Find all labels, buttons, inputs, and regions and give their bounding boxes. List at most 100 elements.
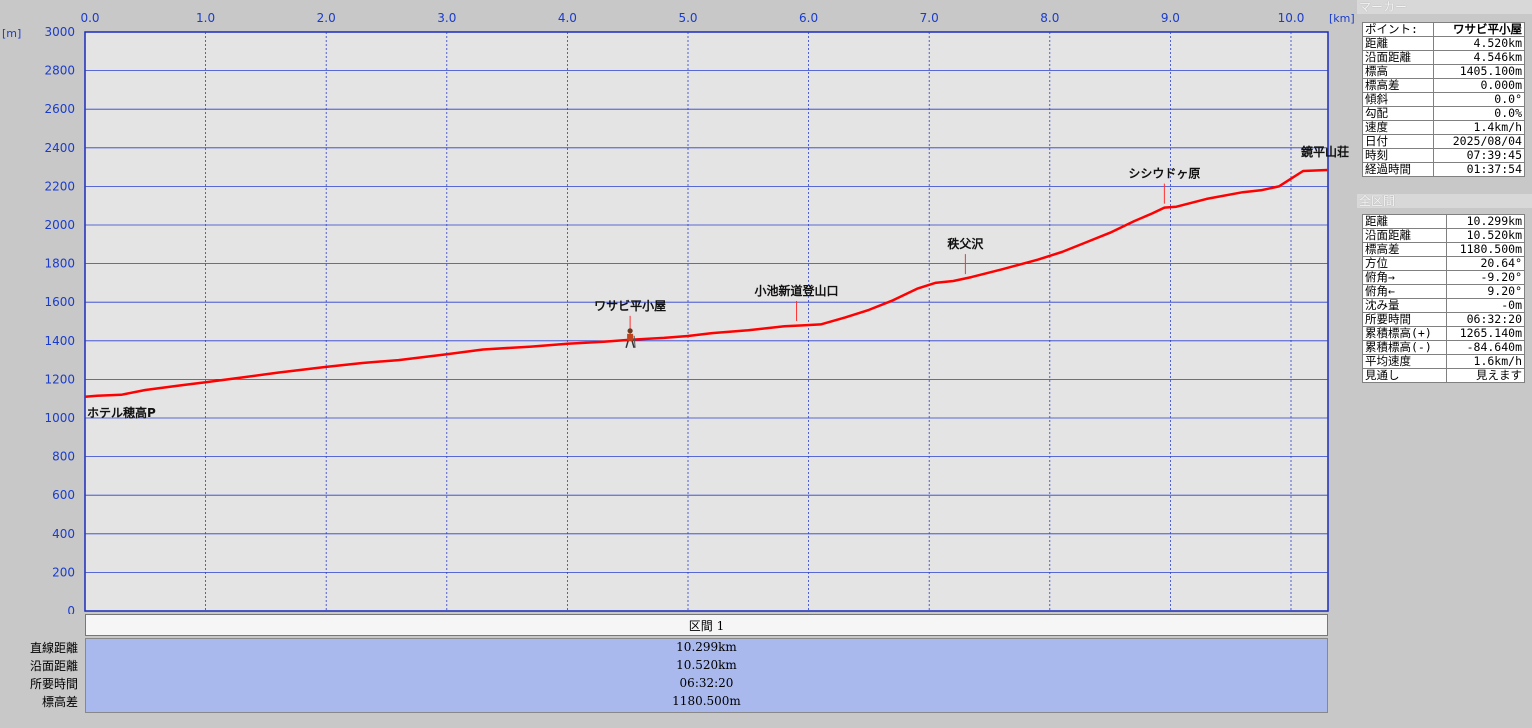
section-row: 距離 10.299km xyxy=(1362,214,1526,229)
section-value: -9.20° xyxy=(1445,270,1526,285)
section-row: 累積標高(-) -84.640m xyxy=(1362,340,1526,355)
section-value: -0m xyxy=(1445,298,1526,313)
section-row: 平均速度 1.6km/h xyxy=(1362,354,1526,369)
marker-row: 傾斜 0.0° xyxy=(1362,92,1525,107)
marker-value: 2025/08/04 xyxy=(1433,134,1525,149)
x-tick-label: 3.0 xyxy=(437,11,456,25)
marker-row: 標高 1405.100m xyxy=(1362,64,1525,79)
x-tick-label: 5.0 xyxy=(678,11,697,25)
section-1-header[interactable]: 区間 1 xyxy=(85,614,1328,636)
section-row: 累積標高(+) 1265.140m xyxy=(1362,326,1526,341)
marker-row: 速度 1.4km/h xyxy=(1362,120,1525,135)
marker-label: 勾配 xyxy=(1362,106,1434,121)
bottom-row-value: 06:32:20 xyxy=(679,676,734,690)
x-unit-label: [km] xyxy=(1329,12,1355,25)
section-value: 06:32:20 xyxy=(1445,312,1526,327)
bottom-row-label: 直線距離 xyxy=(29,641,78,655)
y-tick-label: 1600 xyxy=(44,295,75,309)
section-label: 累積標高(+) xyxy=(1362,326,1447,341)
elevation-profile-chart[interactable]: 0 200 400 600 800 1000 1200 1400 1600 1800 2000 220… xyxy=(0,0,1360,614)
bottom-row-label: 標高差 xyxy=(41,695,78,709)
waypoint-label: シシウドヶ原 xyxy=(1128,167,1200,181)
bottom-row-label: 所要時間 xyxy=(29,677,78,691)
y-tick-label: 2200 xyxy=(44,179,75,193)
section-panel-header: 全区間 xyxy=(1357,194,1532,208)
marker-row: 経過時間 01:37:54 xyxy=(1362,162,1525,177)
x-tick-label: 7.0 xyxy=(920,11,939,25)
section-label: 標高差 xyxy=(1362,242,1447,257)
y-tick-label: 1000 xyxy=(44,411,75,425)
section-value: 1180.500m xyxy=(1445,242,1526,257)
marker-value: 1405.100m xyxy=(1433,64,1525,79)
y-tick-label: 800 xyxy=(52,450,75,464)
waypoint-label: 鏡平山荘 xyxy=(1300,144,1349,159)
x-tick-label: 6.0 xyxy=(799,11,818,25)
y-tick-label: 1200 xyxy=(44,372,75,386)
marker-row: 勾配 0.0% xyxy=(1362,106,1525,121)
section-value: 10.299km xyxy=(1445,214,1526,229)
section-info-table: 距離 10.299km 沿面距離 10.520km 標高差 1180.500m 方位 20.6… xyxy=(1362,214,1526,383)
section-label: 沿面距離 xyxy=(1362,228,1447,243)
marker-label: 時刻 xyxy=(1362,148,1434,163)
marker-label: 速度 xyxy=(1362,120,1434,135)
section-label: 平均速度 xyxy=(1362,354,1447,369)
marker-value: 1.4km/h xyxy=(1433,120,1525,135)
x-tick-label: 2.0 xyxy=(317,11,336,25)
marker-value: 07:39:45 xyxy=(1433,148,1525,163)
x-tick-label: 9.0 xyxy=(1161,11,1180,25)
marker-panel-header: マーカー xyxy=(1357,0,1532,14)
y-tick-label: 400 xyxy=(52,527,75,541)
y-tick-label: 2800 xyxy=(44,64,75,78)
section-row: 見通し 見えます xyxy=(1362,368,1526,383)
section-row: 所要時間 06:32:20 xyxy=(1362,312,1526,327)
marker-value: 0.0% xyxy=(1433,106,1525,121)
marker-info-table: ポイント: ワサビ平小屋 距離 4.520km 沿面距離 4.546km 標高 1405.10… xyxy=(1362,22,1525,177)
y-tick-label: 200 xyxy=(52,565,75,579)
y-tick-label: 600 xyxy=(52,488,75,502)
waypoint-label: 秩父沢 xyxy=(947,236,984,251)
y-tick-label: 1800 xyxy=(44,257,75,271)
section-label: 見通し xyxy=(1362,368,1447,383)
section-value: 1265.140m xyxy=(1445,326,1526,341)
marker-label: 標高差 xyxy=(1362,78,1434,93)
marker-label: 沿面距離 xyxy=(1362,50,1434,65)
section-value: 20.64° xyxy=(1445,256,1526,271)
section-value: 9.20° xyxy=(1445,284,1526,299)
section-value: 見えます xyxy=(1445,368,1526,383)
marker-row: 標高差 0.000m xyxy=(1362,78,1525,93)
section-row: 沿面距離 10.520km xyxy=(1362,228,1526,243)
section-value: 1.6km/h xyxy=(1445,354,1526,369)
y-tick-label: 3000 xyxy=(44,25,75,39)
bottom-row-label: 沿面距離 xyxy=(29,659,78,673)
marker-value: 01:37:54 xyxy=(1433,162,1525,177)
section-1-body[interactable]: 10.299km 10.520km 06:32:20 1180.500m xyxy=(85,638,1328,713)
marker-value: 0.0° xyxy=(1433,92,1525,107)
x-tick-label: 4.0 xyxy=(558,11,577,25)
marker-value: 0.000m xyxy=(1433,78,1525,93)
y-tick-label: 2400 xyxy=(44,141,75,155)
waypoint-label: ワサビ平小屋 xyxy=(594,298,666,313)
marker-label: ポイント: xyxy=(1362,22,1434,37)
marker-label: 傾斜 xyxy=(1362,92,1434,107)
bottom-row-value: 10.299km xyxy=(676,640,737,654)
marker-row: 沿面距離 4.546km xyxy=(1362,50,1525,65)
plot-area xyxy=(84,31,1329,612)
section-row: 沈み量 -0m xyxy=(1362,298,1526,313)
section-value: -84.640m xyxy=(1445,340,1526,355)
y-unit-label: [m] xyxy=(2,27,21,40)
section-label: 累積標高(-) xyxy=(1362,340,1447,355)
y-tick-label: 0 xyxy=(67,604,75,614)
section-value: 10.520km xyxy=(1445,228,1526,243)
marker-value: 4.546km xyxy=(1433,50,1525,65)
bottom-row-value: 10.520km xyxy=(676,658,737,672)
section-row: 方位 20.64° xyxy=(1362,256,1526,271)
y-tick-label: 2600 xyxy=(44,102,75,116)
waypoint-label: ホテル穂高P xyxy=(87,405,156,420)
marker-row: 距離 4.520km xyxy=(1362,36,1525,51)
section-label: 俯角← xyxy=(1362,284,1447,299)
marker-row: ポイント: ワサビ平小屋 xyxy=(1362,22,1525,37)
marker-value: ワサビ平小屋 xyxy=(1433,22,1525,37)
marker-row: 日付 2025/08/04 xyxy=(1362,134,1525,149)
section-row: 俯角→ -9.20° xyxy=(1362,270,1526,285)
marker-value: 4.520km xyxy=(1433,36,1525,51)
